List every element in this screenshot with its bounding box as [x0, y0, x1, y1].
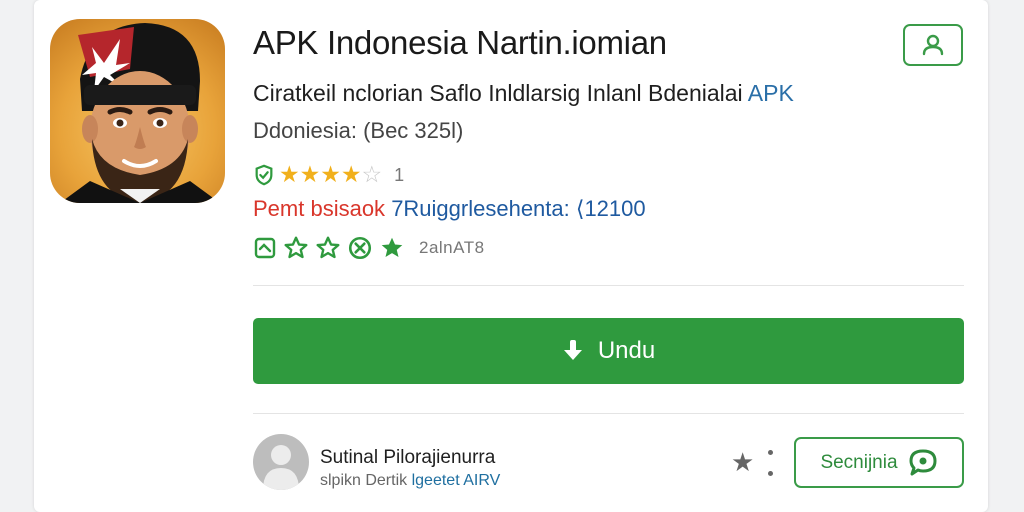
checkbox-icon	[254, 237, 276, 259]
info-value: 7Ruiggrlesehenta: ⟨12100	[391, 196, 646, 221]
star-filled-icon	[381, 237, 403, 257]
user-icon	[922, 34, 944, 56]
star-outline-icon	[316, 236, 340, 259]
rating-row: ★★★★☆ 1	[253, 160, 404, 190]
info-line: Pemt bsisaok 7Ruiggrlesehenta: ⟨12100	[253, 196, 646, 222]
rating-stars: ★★★★☆	[279, 163, 382, 187]
chat-bubble-icon	[909, 449, 937, 475]
developer-sub-prefix: slpikn Dertik	[320, 472, 408, 489]
verified-shield-icon	[255, 164, 273, 186]
divider	[253, 413, 964, 414]
app-subtitle: Ciratkeil nclorian Saflo Inldlarsig Inla…	[253, 80, 794, 107]
apk-tag[interactable]: APK	[748, 80, 794, 106]
download-icon	[563, 340, 582, 360]
developer-name[interactable]: Sutinal Pilorajienurra	[320, 447, 495, 469]
star-filled-icon: ★	[340, 161, 362, 187]
app-title: APK Indonesia Nartin.iomian	[253, 24, 667, 61]
developer-subline: slpikn Dertik lgeetet AIRV	[320, 472, 500, 490]
app-icon[interactable]	[50, 19, 225, 203]
developer-avatar[interactable]	[253, 434, 309, 490]
app-meta: Ddoniesia: (Bec 325l)	[253, 118, 464, 143]
star-filled-icon: ★	[279, 161, 300, 187]
rating-count: 1	[394, 164, 405, 185]
star-filled-icon: ★	[299, 161, 321, 187]
info-prefix: Pemt bsisaok	[253, 196, 386, 221]
download-label: Undu	[597, 337, 656, 364]
star-empty-icon: ☆	[361, 161, 383, 187]
star-filled-icon: ★	[320, 161, 341, 187]
developer-sub-link[interactable]: lgeetet AIRV	[412, 472, 501, 489]
download-button[interactable]: Undu	[253, 318, 964, 384]
star-outline-icon	[284, 236, 308, 259]
badges-text: 2alnAT8	[419, 238, 485, 257]
favorite-star-icon[interactable]: ★	[731, 449, 754, 475]
secondary-action-button[interactable]: Secnijnia	[794, 437, 964, 488]
person-silhouette-icon	[263, 445, 299, 490]
secondary-button-label: Secnijnia	[820, 451, 898, 473]
divider	[253, 285, 964, 286]
profile-button[interactable]	[903, 24, 963, 66]
more-vertical-icon[interactable]	[766, 450, 774, 476]
subtitle-text: Ciratkeil nclorian Saflo Inldlarsig Inla…	[253, 80, 743, 106]
badge-row: 2alnAT8	[253, 233, 485, 263]
app-logo-icon	[60, 23, 220, 203]
badge-check-icon	[348, 236, 372, 260]
